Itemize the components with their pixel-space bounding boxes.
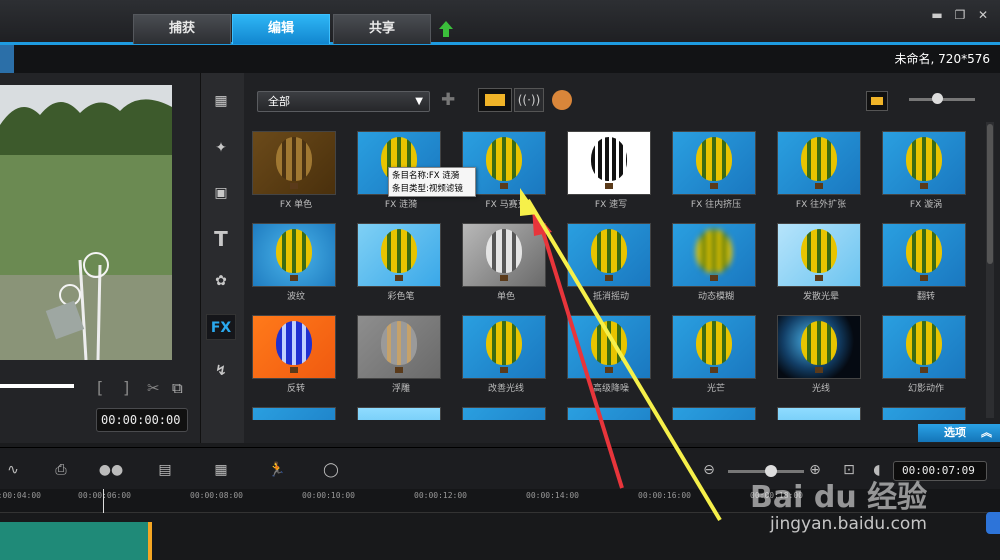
watermark-brand: Bai du 经验 (750, 480, 928, 515)
watermark-url: jingyan.baidu.com (770, 514, 927, 534)
side-badge[interactable] (986, 512, 1000, 534)
